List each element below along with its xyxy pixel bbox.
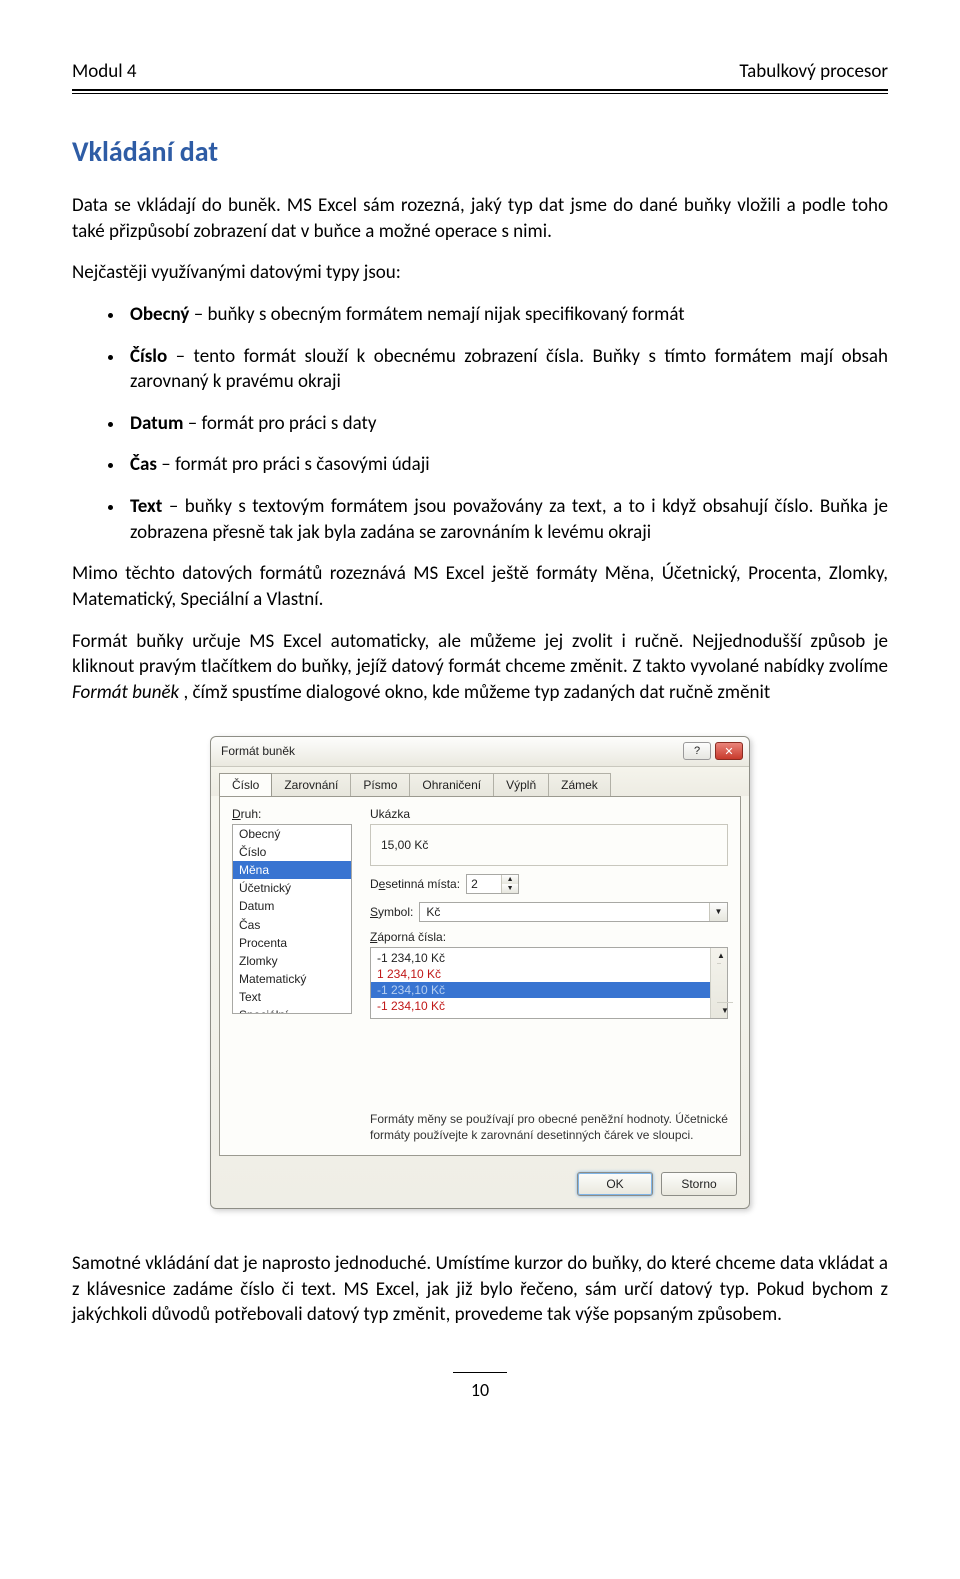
scroll-down-icon[interactable]: ▼ xyxy=(717,1002,733,1018)
format-description: Formáty měny se používají pro obecné pen… xyxy=(370,1111,728,1143)
list-item[interactable]: Matematický xyxy=(233,970,351,988)
negative-numbers-listbox[interactable]: -1 234,10 Kč 1 234,10 Kč -1 234,10 Kč -1… xyxy=(370,947,728,1019)
tab-font[interactable]: Písmo xyxy=(350,773,410,796)
tab-number[interactable]: Číslo xyxy=(219,773,272,796)
type-name: Obecný xyxy=(130,303,189,326)
help-button[interactable]: ? xyxy=(683,742,711,760)
spinner-buttons: ▲ ▼ xyxy=(501,875,518,893)
list-item-selected[interactable]: Měna xyxy=(233,861,351,879)
header-rule xyxy=(72,89,888,94)
category-label: Druh: xyxy=(232,807,352,821)
type-desc: – formát pro práci s daty xyxy=(183,412,376,435)
type-desc: – buňky s obecným formátem nemají nijak … xyxy=(189,303,684,326)
list-item: Číslo – tento formát slouží k obecnému z… xyxy=(124,344,888,395)
symbol-row: Symbol: Kč ▼ xyxy=(370,902,728,922)
decimal-places-label: Desetinná místa: xyxy=(370,877,460,891)
paragraph-format-cell: Formát buňky určuje MS Excel automaticky… xyxy=(72,629,888,706)
list-item: Text – buňky s textovým formátem jsou po… xyxy=(124,494,888,545)
text-segment: , čímž spustíme dialogové okno, kde může… xyxy=(179,681,770,704)
type-name: Text xyxy=(130,495,162,518)
paragraph-types-intro: Nejčastěji využívanými datovými typy jso… xyxy=(72,260,888,286)
ok-button[interactable]: OK xyxy=(577,1172,653,1196)
list-item[interactable]: Zlomky xyxy=(233,952,351,970)
tabs-row: Číslo Zarovnání Písmo Ohraničení Výplň Z… xyxy=(211,767,749,796)
type-desc: – formát pro práci s časovými údaji xyxy=(157,453,430,476)
page: Modul 4 Tabulkový procesor Vkládání dat … xyxy=(0,0,960,1437)
spinner-up-icon[interactable]: ▲ xyxy=(502,875,518,884)
text-segment: Formát buňky určuje MS Excel automaticky… xyxy=(72,630,888,679)
list-item[interactable]: Speciální xyxy=(233,1006,351,1013)
type-name: Datum xyxy=(130,412,183,435)
scroll-up-icon[interactable]: ▲ xyxy=(717,948,721,964)
category-column: Druh: Obecný Číslo Měna Účetnický Datum … xyxy=(232,807,352,1143)
decimal-places-row: Desetinná místa: 2 ▲ ▼ xyxy=(370,874,728,894)
category-listbox[interactable]: Obecný Číslo Měna Účetnický Datum Čas Pr… xyxy=(232,824,352,1014)
list-item-selected[interactable]: -1 234,10 Kč xyxy=(371,982,727,998)
tab-body: Druh: Obecný Číslo Měna Účetnický Datum … xyxy=(219,796,741,1156)
page-number: 10 xyxy=(453,1372,507,1401)
section-title: Vkládání dat xyxy=(72,134,888,169)
list-item[interactable]: 1 234,10 Kč xyxy=(371,966,727,982)
negative-numbers-label: Záporná čísla: xyxy=(370,930,728,944)
tab-border[interactable]: Ohraničení xyxy=(409,773,494,796)
titlebar[interactable]: Formát buněk ? ✕ xyxy=(211,737,749,767)
options-column: Ukázka 15,00 Kč Desetinná místa: 2 ▲ ▼ xyxy=(370,807,728,1143)
sample-box: 15,00 Kč xyxy=(370,824,728,866)
dialog-screenshot: Formát buněk ? ✕ Číslo Zarovnání Písmo O… xyxy=(72,736,888,1209)
symbol-label: Symbol: xyxy=(370,905,413,919)
list-item: Obecný – buňky s obecným formátem nemají… xyxy=(124,302,888,328)
tab-protection[interactable]: Zámek xyxy=(548,773,611,796)
header-left: Modul 4 xyxy=(72,60,137,83)
spinner-value[interactable]: 2 xyxy=(467,875,501,893)
type-desc: – tento formát slouží k obecnému zobraze… xyxy=(130,345,888,394)
list-item[interactable]: -1 234,10 Kč xyxy=(371,998,727,1014)
list-item[interactable]: Obecný xyxy=(233,825,351,843)
list-item[interactable]: Účetnický xyxy=(233,879,351,897)
tab-fill[interactable]: Výplň xyxy=(493,773,549,796)
header-right: Tabulkový procesor xyxy=(739,60,888,83)
paragraph-other-formats: Mimo těchto datových formátů rozeznává M… xyxy=(72,561,888,612)
tab-alignment[interactable]: Zarovnání xyxy=(271,773,351,796)
type-desc: – buňky s textovým formátem jsou považov… xyxy=(130,495,888,544)
list-item[interactable]: -1 234,10 Kč xyxy=(371,950,727,966)
combo-value: Kč xyxy=(420,903,709,921)
list-item[interactable]: Datum xyxy=(233,897,351,915)
cancel-button[interactable]: Storno xyxy=(661,1172,737,1196)
sample-label: Ukázka xyxy=(370,807,728,821)
chevron-down-icon[interactable]: ▼ xyxy=(709,903,727,921)
list-item: Datum – formát pro práci s daty xyxy=(124,411,888,437)
document-header: Modul 4 Tabulkový procesor xyxy=(72,60,888,89)
list-item: Čas – formát pro práci s časovými údaji xyxy=(124,452,888,478)
paragraph-intro: Data se vkládají do buněk. MS Excel sám … xyxy=(72,193,888,244)
type-name: Číslo xyxy=(130,345,167,368)
close-button[interactable]: ✕ xyxy=(715,742,743,760)
negative-numbers-section: Záporná čísla: -1 234,10 Kč 1 234,10 Kč … xyxy=(370,930,728,1019)
list-item[interactable]: Procenta xyxy=(233,934,351,952)
list-item[interactable]: Číslo xyxy=(233,843,351,861)
data-types-list: Obecný – buňky s obecným formátem nemají… xyxy=(72,302,888,545)
scrollbar[interactable]: ▲ ▼ xyxy=(710,948,727,1018)
format-cells-dialog: Formát buněk ? ✕ Číslo Zarovnání Písmo O… xyxy=(210,736,750,1209)
paragraph-closing: Samotné vkládání dat je naprosto jednodu… xyxy=(72,1251,888,1328)
dialog-title: Formát buněk xyxy=(221,744,295,758)
spinner-down-icon[interactable]: ▼ xyxy=(502,884,518,893)
type-name: Čas xyxy=(130,453,157,476)
titlebar-buttons: ? ✕ xyxy=(683,742,743,760)
dialog-footer: OK Storno xyxy=(211,1164,749,1208)
list-item[interactable]: Čas xyxy=(233,916,351,934)
decimal-places-spinner[interactable]: 2 ▲ ▼ xyxy=(466,874,519,894)
sample-value: 15,00 Kč xyxy=(381,838,428,852)
menu-item-reference: Formát buněk xyxy=(72,681,179,704)
symbol-combo[interactable]: Kč ▼ xyxy=(419,902,728,922)
list-item[interactable]: Text xyxy=(233,988,351,1006)
